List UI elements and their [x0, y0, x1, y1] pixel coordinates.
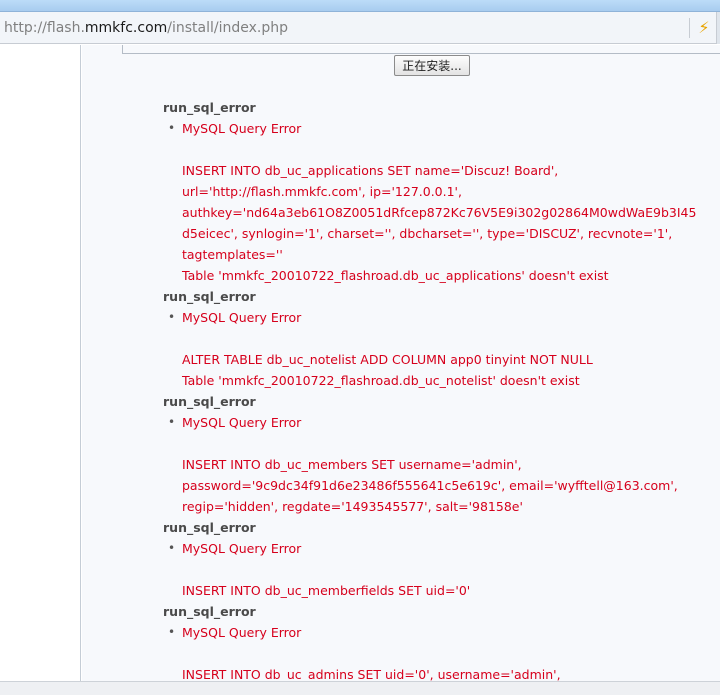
error-list: • MySQL Query Error — [163, 538, 713, 559]
url-path: /install/index.php — [167, 20, 289, 36]
error-title: run_sql_error — [163, 289, 256, 304]
error-list: • MySQL Query Error — [163, 118, 713, 139]
error-title: run_sql_error — [163, 520, 256, 535]
lightning-icon[interactable]: ⚡︎ — [695, 18, 713, 38]
bullet-icon: • — [168, 541, 176, 555]
error-item: • MySQL Query Error — [163, 412, 713, 433]
bullet-icon: • — [168, 415, 176, 429]
top-frame-border — [122, 45, 720, 54]
error-item-text: MySQL Query Error — [182, 310, 302, 325]
bullet-icon: • — [168, 121, 176, 135]
sql-line: INSERT INTO db_uc_memberfields SET uid='… — [182, 583, 471, 598]
sql-line: url='http://flash.mmkfc.com', ip='127.0.… — [182, 184, 462, 199]
browser-navbar: http://flash.mmkfc.com/install/index.php… — [0, 12, 720, 44]
address-bar[interactable]: http://flash.mmkfc.com/install/index.php — [4, 20, 288, 36]
error-title: run_sql_error — [163, 604, 256, 619]
sql-line: INSERT INTO db_uc_applications SET name=… — [182, 163, 559, 178]
installing-button[interactable]: 正在安装... — [394, 55, 470, 76]
error-title: run_sql_error — [163, 100, 256, 115]
navbar-edge — [716, 12, 720, 44]
error-list: • MySQL Query Error — [163, 622, 713, 643]
error-item-text: MySQL Query Error — [182, 121, 302, 136]
sql-line: tagtemplates='' — [182, 247, 283, 262]
status-bar — [0, 681, 720, 695]
url-prefix: http://flash. — [4, 20, 85, 36]
sql-line: INSERT INTO db_uc_admins SET uid='0', us… — [182, 667, 561, 681]
error-item: • MySQL Query Error — [163, 118, 713, 139]
bullet-icon: • — [168, 310, 176, 324]
error-item-text: MySQL Query Error — [182, 625, 302, 640]
error-item: • MySQL Query Error — [163, 538, 713, 559]
sql-line: authkey='nd64a3eb61O8Z0051dRfcep872Kc76V… — [182, 205, 697, 220]
install-content: 正在安装... run_sql_error • MySQL Query Error I… — [82, 45, 720, 681]
error-item: • MySQL Query Error — [163, 622, 713, 643]
window-titlebar — [0, 0, 720, 12]
error-item-text: MySQL Query Error — [182, 415, 302, 430]
error-log: run_sql_error • MySQL Query Error INSERT IN… — [163, 97, 713, 681]
error-item: • MySQL Query Error — [163, 307, 713, 328]
navbar-divider — [689, 18, 690, 38]
error-list: • MySQL Query Error — [163, 412, 713, 433]
sql-line: INSERT INTO db_uc_members SET username='… — [182, 457, 522, 472]
left-panel — [0, 45, 81, 681]
sql-line: Table 'mmkfc_20010722_flashroad.db_uc_ap… — [182, 268, 609, 283]
error-item-text: MySQL Query Error — [182, 541, 302, 556]
url-host: mmkfc.com — [84, 20, 168, 36]
error-title: run_sql_error — [163, 394, 256, 409]
sql-line: Table 'mmkfc_20010722_flashroad.db_uc_no… — [182, 373, 580, 388]
sql-line: d5eicec', synlogin='1', charset='', dbch… — [182, 226, 673, 241]
sql-line: password='9c9dc34f91d6e23486f555641c5e61… — [182, 478, 678, 493]
bullet-icon: • — [168, 625, 176, 639]
sql-line: ALTER TABLE db_uc_notelist ADD COLUMN ap… — [182, 352, 593, 367]
sql-line: regip='hidden', regdate='1493545577', sa… — [182, 499, 523, 514]
error-list: • MySQL Query Error — [163, 307, 713, 328]
